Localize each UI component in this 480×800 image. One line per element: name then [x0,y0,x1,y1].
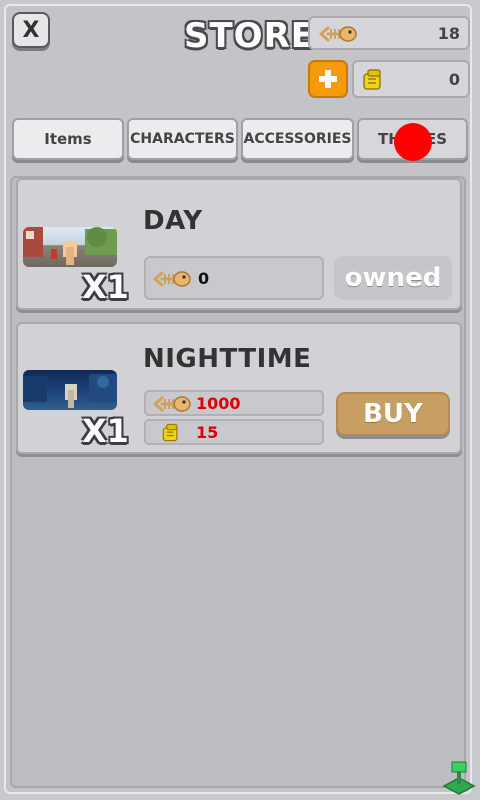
day-multiplier: X1 [82,268,129,306]
buy-button[interactable]: BUY [336,392,450,436]
pixel-tree-icon [442,761,476,795]
nighttime-gold-price-box: 15 [144,419,324,445]
day-fish-price-box: 0 [144,256,324,300]
gold-bag-icon [162,423,178,442]
fish-balance-value: 18 [437,24,460,43]
nighttime-fish-price: 1000 [196,394,241,413]
nighttime-theme-thumbnail [23,370,117,410]
gold-balance-value: 0 [448,70,460,89]
tab-accessories[interactable]: ACCESSORIES [241,118,354,160]
gold-balance-box: 0 [352,60,470,98]
add-currency-button[interactable] [308,60,348,98]
day-title: DAY [143,206,203,236]
nighttime-title: NIGHTTIME [143,344,312,374]
nighttime-gold-price: 15 [196,423,219,442]
fish-balance-box: 18 [308,16,470,50]
tab-items-label: Items [44,130,92,148]
tab-items[interactable]: Items [12,118,124,160]
gold-bag-icon [363,69,381,90]
fish-bone-icon [319,26,357,42]
day-theme-thumbnail [23,227,117,267]
fish-bone-icon [153,396,191,412]
nighttime-multiplier: X1 [82,412,129,450]
touch-indicator [394,123,432,161]
tab-characters[interactable]: CHARACTERS [127,118,238,160]
page-title: STORE [184,16,315,56]
plus-icon [319,70,337,88]
close-label: X [22,17,40,43]
fish-bone-icon [153,271,191,287]
day-fish-price: 0 [198,269,210,288]
close-button[interactable]: X [12,12,50,48]
tab-characters-label: CHARACTERS [130,131,235,147]
tab-accessories-label: ACCESSORIES [243,131,352,147]
nighttime-fish-price-box: 1000 [144,390,324,416]
owned-button: owned [334,256,452,300]
